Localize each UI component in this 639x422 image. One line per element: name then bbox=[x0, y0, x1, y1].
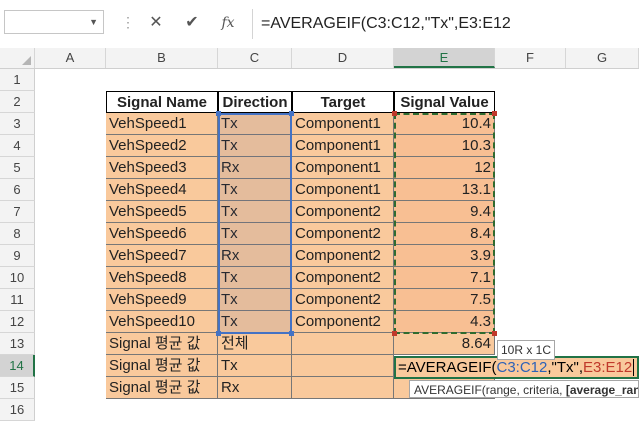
row-header-16[interactable]: 16 bbox=[0, 399, 35, 421]
cell-signal-name[interactable]: VehSpeed4 bbox=[106, 179, 218, 201]
formula-input[interactable]: =AVERAGEIF(C3:C12,"Tx",E3:E12 bbox=[252, 9, 638, 39]
cell-direction[interactable]: Tx bbox=[218, 223, 292, 245]
cell-signal-value[interactable]: 4.3 bbox=[394, 311, 495, 333]
header-target[interactable]: Target bbox=[292, 91, 394, 113]
chevron-down-icon[interactable]: ▼ bbox=[89, 17, 98, 27]
row-header-10[interactable]: 10 bbox=[0, 267, 35, 289]
select-all-button[interactable] bbox=[0, 48, 35, 68]
name-box[interactable]: ▼ bbox=[4, 10, 104, 34]
cell-direction[interactable]: Rx bbox=[218, 157, 292, 179]
cell-signal-name[interactable]: VehSpeed5 bbox=[106, 201, 218, 223]
formula-bar: ▼ ⋮ ✕ ✔ fx =AVERAGEIF(C3:C12,"Tx",E3:E12 bbox=[0, 0, 639, 49]
cell-target[interactable]: Component2 bbox=[292, 245, 394, 267]
row-header-7[interactable]: 7 bbox=[0, 201, 35, 223]
cell-signal-value[interactable]: 10.4 bbox=[394, 113, 495, 135]
cell-signal-value[interactable]: 8.4 bbox=[394, 223, 495, 245]
cell-target[interactable]: Component2 bbox=[292, 289, 394, 311]
cell-target[interactable]: Component2 bbox=[292, 223, 394, 245]
function-signature[interactable]: AVERAGEIF(range, criteria, bbox=[414, 383, 566, 397]
cell-target[interactable]: Component1 bbox=[292, 179, 394, 201]
drag-handle-icon[interactable]: ⋮ bbox=[121, 12, 135, 32]
summary-label[interactable]: Signal 평균 값 bbox=[106, 333, 218, 355]
fx-icon: fx bbox=[221, 15, 235, 31]
summary-direction[interactable]: 전체 bbox=[218, 333, 292, 355]
row-header-1[interactable]: 1 bbox=[0, 69, 35, 91]
row-header-3[interactable]: 3 bbox=[0, 113, 35, 135]
current-argument[interactable]: [average_rang bbox=[566, 383, 638, 397]
column-headers: A B C D E F G bbox=[0, 48, 639, 69]
cell-signal-name[interactable]: VehSpeed9 bbox=[106, 289, 218, 311]
cell-direction[interactable]: Tx bbox=[218, 311, 292, 333]
row-header-15[interactable]: 15 bbox=[0, 377, 35, 399]
cell-direction[interactable]: Tx bbox=[218, 267, 292, 289]
row-header-14[interactable]: 14 bbox=[0, 355, 35, 377]
cell-target[interactable]: Component2 bbox=[292, 201, 394, 223]
cell-direction[interactable]: Tx bbox=[218, 201, 292, 223]
summary-target[interactable] bbox=[292, 355, 394, 377]
x-icon: ✕ bbox=[149, 14, 163, 31]
header-signal-name[interactable]: Signal Name bbox=[106, 91, 218, 113]
formula-fn: =AVERAGEIF( bbox=[398, 359, 497, 376]
cell-direction[interactable]: Tx bbox=[218, 135, 292, 157]
cell-signal-value[interactable]: 7.5 bbox=[394, 289, 495, 311]
cell-signal-name[interactable]: VehSpeed8 bbox=[106, 267, 218, 289]
formula-criteria: ,"Tx", bbox=[547, 359, 584, 376]
cell-signal-name[interactable]: VehSpeed10 bbox=[106, 311, 218, 333]
cell-signal-name[interactable]: VehSpeed3 bbox=[106, 157, 218, 179]
row-header-8[interactable]: 8 bbox=[0, 223, 35, 245]
cell-direction[interactable]: Rx bbox=[218, 245, 292, 267]
row-header-9[interactable]: 9 bbox=[0, 245, 35, 267]
cell-direction[interactable]: Tx bbox=[218, 289, 292, 311]
formula-average-range-ref: E3:E12 bbox=[583, 359, 633, 376]
column-header-c[interactable]: C bbox=[218, 48, 292, 68]
formula-range-ref: C3:C12 bbox=[496, 359, 548, 376]
cell-target[interactable]: Component2 bbox=[292, 267, 394, 289]
function-arguments-tooltip: AVERAGEIF(range, criteria, [average_rang bbox=[409, 380, 639, 398]
cell-signal-value[interactable]: 13.1 bbox=[394, 179, 495, 201]
column-header-e[interactable]: E bbox=[394, 48, 495, 68]
column-header-d[interactable]: D bbox=[292, 48, 394, 68]
cell-target[interactable]: Component1 bbox=[292, 157, 394, 179]
cancel-button[interactable]: ✕ bbox=[142, 12, 170, 34]
text-cursor bbox=[633, 359, 635, 376]
row-header-5[interactable]: 5 bbox=[0, 157, 35, 179]
summary-label[interactable]: Signal 평균 값 bbox=[106, 377, 218, 399]
cell-signal-name[interactable]: VehSpeed7 bbox=[106, 245, 218, 267]
cell-target[interactable]: Component2 bbox=[292, 311, 394, 333]
cell-signal-value[interactable]: 10.3 bbox=[394, 135, 495, 157]
row-header-2[interactable]: 2 bbox=[0, 91, 35, 113]
cell-target[interactable]: Component1 bbox=[292, 113, 394, 135]
column-header-b[interactable]: B bbox=[106, 48, 218, 68]
summary-target[interactable] bbox=[292, 377, 394, 399]
summary-target[interactable] bbox=[292, 333, 394, 355]
row-header-11[interactable]: 11 bbox=[0, 289, 35, 311]
insert-function-button[interactable]: fx bbox=[214, 12, 242, 34]
range-size-tooltip: 10R x 1C bbox=[497, 340, 555, 360]
cell-signal-value[interactable]: 12 bbox=[394, 157, 495, 179]
summary-label[interactable]: Signal 평균 값 bbox=[106, 355, 218, 377]
summary-value[interactable]: 8.64 bbox=[394, 333, 495, 355]
row-header-12[interactable]: 12 bbox=[0, 311, 35, 333]
cell-direction[interactable]: Tx bbox=[218, 179, 292, 201]
column-header-a[interactable]: A bbox=[35, 48, 106, 68]
cell-direction[interactable]: Tx bbox=[218, 113, 292, 135]
column-header-g[interactable]: G bbox=[566, 48, 639, 68]
summary-direction[interactable]: Rx bbox=[218, 377, 292, 399]
column-header-f[interactable]: F bbox=[495, 48, 566, 68]
cell-signal-value[interactable]: 3.9 bbox=[394, 245, 495, 267]
cell-signal-name[interactable]: VehSpeed1 bbox=[106, 113, 218, 135]
cell-signal-name[interactable]: VehSpeed6 bbox=[106, 223, 218, 245]
check-icon: ✔ bbox=[185, 14, 199, 31]
enter-button[interactable]: ✔ bbox=[178, 12, 206, 34]
header-direction[interactable]: Direction bbox=[218, 91, 292, 113]
cell-target[interactable]: Component1 bbox=[292, 135, 394, 157]
row-header-6[interactable]: 6 bbox=[0, 179, 35, 201]
row-header-4[interactable]: 4 bbox=[0, 135, 35, 157]
row-header-13[interactable]: 13 bbox=[0, 333, 35, 355]
header-signal-value[interactable]: Signal Value bbox=[394, 91, 495, 113]
summary-direction[interactable]: Tx bbox=[218, 355, 292, 377]
cell-signal-name[interactable]: VehSpeed2 bbox=[106, 135, 218, 157]
cell-signal-value[interactable]: 7.1 bbox=[394, 267, 495, 289]
cell-signal-value[interactable]: 9.4 bbox=[394, 201, 495, 223]
